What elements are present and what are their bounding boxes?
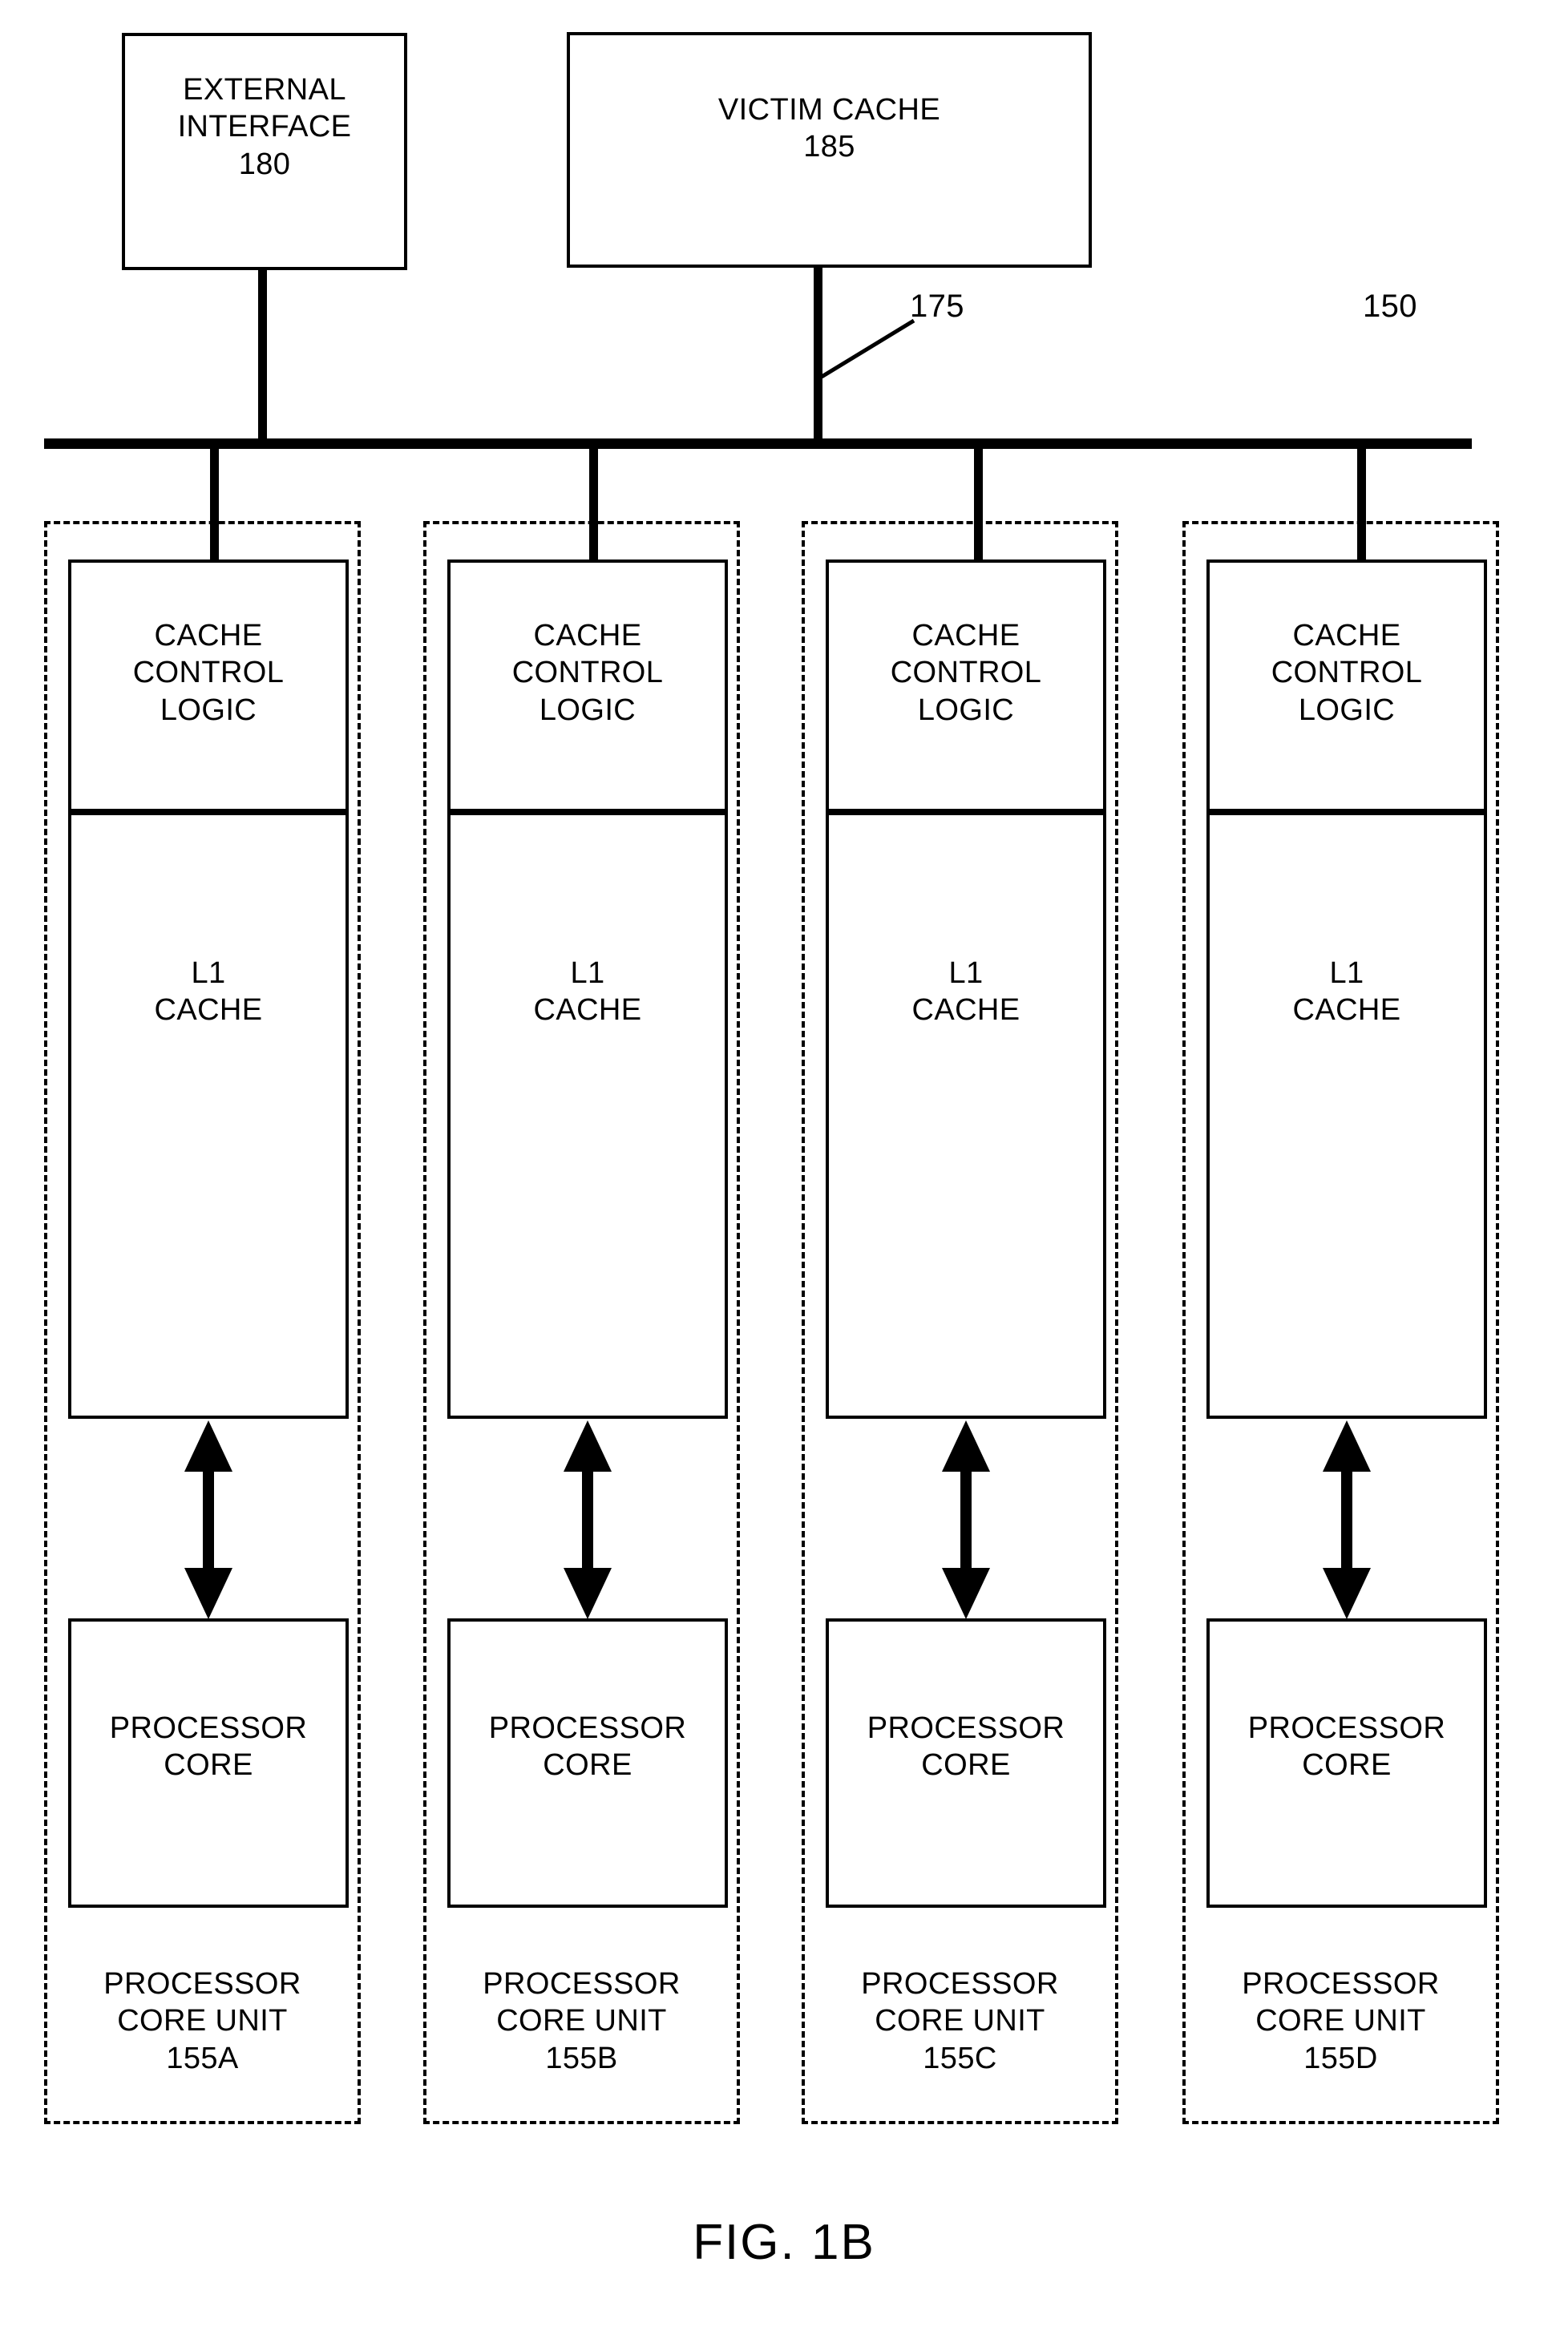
- l1-cache-label-b: L1 CACHE: [533, 956, 642, 1028]
- processor-core-label-a: PROCESSOR CORE: [109, 1711, 308, 1783]
- cache-control-logic-box-c: CACHE CONTROL LOGIC: [826, 560, 1106, 812]
- l1-cache-label-d: L1 CACHE: [1292, 956, 1401, 1028]
- processor-core-label-c: PROCESSOR CORE: [867, 1711, 1065, 1783]
- l1-cache-box-c: L1 CACHE: [826, 812, 1106, 1419]
- cache-control-logic-label-b: CACHE CONTROL LOGIC: [511, 619, 664, 727]
- l1-cache-label-c: L1 CACHE: [911, 956, 1020, 1028]
- l1-cache-label-a: L1 CACHE: [154, 956, 263, 1028]
- processor-core-unit-label-a: PROCESSOR CORE UNIT 155A: [103, 1967, 301, 2075]
- l1-cache-box-d: L1 CACHE: [1206, 812, 1487, 1419]
- victim-cache-box: VICTIM CACHE 185: [567, 32, 1092, 268]
- processor-core-unit-label-d: PROCESSOR CORE UNIT 155D: [1242, 1967, 1440, 2075]
- l1-cache-box-b: L1 CACHE: [447, 812, 728, 1419]
- processor-core-label-d: PROCESSOR CORE: [1247, 1711, 1446, 1783]
- l1-cache-box-a: L1 CACHE: [68, 812, 349, 1419]
- cache-control-logic-box-a: CACHE CONTROL LOGIC: [68, 560, 349, 812]
- cache-control-logic-label-d: CACHE CONTROL LOGIC: [1271, 619, 1423, 727]
- processor-core-unit-label-c: PROCESSOR CORE UNIT 155C: [861, 1967, 1059, 2075]
- figure-caption: FIG. 1B: [693, 2215, 875, 2270]
- l1-core-bidirectional-arrow-b: [564, 1420, 612, 1619]
- external-interface-bus-connector: [258, 269, 267, 446]
- system-ref-label: 150: [1363, 289, 1417, 324]
- l1-core-bidirectional-arrow-c: [942, 1420, 990, 1619]
- l1-core-bidirectional-arrow-a: [184, 1420, 232, 1619]
- cache-control-logic-box-d: CACHE CONTROL LOGIC: [1206, 560, 1487, 812]
- system-bus-line: [44, 438, 1472, 449]
- processor-core-box-c: PROCESSOR CORE: [826, 1618, 1106, 1908]
- cache-control-logic-label-a: CACHE CONTROL LOGIC: [132, 619, 285, 727]
- processor-core-unit-label-b: PROCESSOR CORE UNIT 155B: [483, 1967, 681, 2075]
- victim-cache-label: VICTIM CACHE 185: [717, 93, 941, 164]
- cache-control-logic-box-b: CACHE CONTROL LOGIC: [447, 560, 728, 812]
- external-interface-label: EXTERNAL INTERFACE 180: [177, 73, 352, 181]
- cache-control-logic-label-c: CACHE CONTROL LOGIC: [890, 619, 1042, 727]
- external-interface-box: EXTERNAL INTERFACE 180: [122, 33, 407, 270]
- figure-1b-diagram: EXTERNAL INTERFACE 180 VICTIM CACHE 185 …: [0, 0, 1568, 2339]
- processor-core-box-d: PROCESSOR CORE: [1206, 1618, 1487, 1908]
- bus-ref-label: 175: [910, 289, 964, 324]
- l1-core-bidirectional-arrow-d: [1323, 1420, 1371, 1619]
- processor-core-box-a: PROCESSOR CORE: [68, 1618, 349, 1908]
- processor-core-box-b: PROCESSOR CORE: [447, 1618, 728, 1908]
- processor-core-label-b: PROCESSOR CORE: [488, 1711, 687, 1783]
